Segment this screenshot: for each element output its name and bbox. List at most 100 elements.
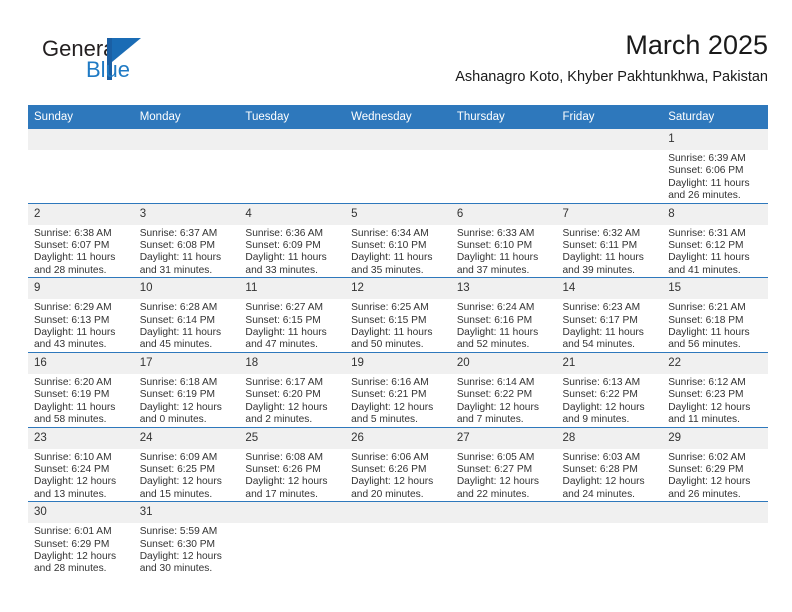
calendar-day-cell[interactable]: 19 Sunrise: 6:16 AM Sunset: 6:21 PM Dayligh… xyxy=(345,351,451,427)
calendar-day-cell[interactable]: 2 Sunrise: 6:38 AM Sunset: 6:07 PM Daylight… xyxy=(28,202,134,278)
sun-times: Sunrise: 5:59 AM Sunset: 6:30 PM Daylight:… xyxy=(134,523,240,576)
sun-times: Sunrise: 6:28 AM Sunset: 6:14 PM Daylight:… xyxy=(134,299,240,352)
daylight-text-cont: and 24 minutes. xyxy=(562,488,636,500)
day-content xyxy=(450,129,557,203)
day-content xyxy=(345,129,451,203)
sunrise-text: Sunrise: 6:39 AM xyxy=(668,153,746,164)
calendar-day-cell[interactable]: 21 Sunrise: 6:13 AM Sunset: 6:22 PM Dayligh… xyxy=(556,351,663,427)
calendar-day-cell-empty xyxy=(345,129,451,203)
day-number: 15 xyxy=(662,278,768,300)
calendar-day-cell[interactable]: 14 Sunrise: 6:23 AM Sunset: 6:17 PM Dayligh… xyxy=(556,277,663,353)
calendar-day-cell[interactable]: 30 Sunrise: 6:01 AM Sunset: 6:29 PM Dayligh… xyxy=(28,501,134,576)
day-content: 21 Sunrise: 6:13 AM Sunset: 6:22 PM Dayligh… xyxy=(556,352,663,427)
daylight-text: Daylight: 12 hours xyxy=(351,476,434,488)
day-number: 19 xyxy=(345,352,451,374)
calendar-day-cell[interactable]: 5 Sunrise: 6:34 AM Sunset: 6:10 PM Daylight… xyxy=(345,202,451,278)
daylight-text: Daylight: 11 hours xyxy=(34,401,116,413)
calendar-week-row: 1 Sunrise: 6:39 AM Sunset: 6:06 PM Daylight… xyxy=(28,129,768,203)
weekday-header-friday: Friday xyxy=(556,105,663,129)
calendar-day-cell[interactable]: 24 Sunrise: 6:09 AM Sunset: 6:25 PM Dayligh… xyxy=(133,426,240,502)
calendar-day-cell[interactable]: 16 Sunrise: 6:20 AM Sunset: 6:19 PM Dayligh… xyxy=(28,351,134,427)
daylight-text: Daylight: 11 hours xyxy=(456,252,539,264)
calendar-day-cell[interactable]: 3 Sunrise: 6:37 AM Sunset: 6:08 PM Daylight… xyxy=(133,202,240,278)
calendar-day-cell[interactable]: 22 Sunrise: 6:12 AM Sunset: 6:23 PM Dayligh… xyxy=(662,351,768,427)
calendar-day-cell[interactable]: 12 Sunrise: 6:25 AM Sunset: 6:15 PM Dayligh… xyxy=(345,277,451,353)
calendar-day-cell[interactable]: 23 Sunrise: 6:10 AM Sunset: 6:24 PM Dayligh… xyxy=(28,426,134,502)
daylight-text-cont: and 52 minutes. xyxy=(456,339,530,351)
calendar-day-cell[interactable]: 20 Sunrise: 6:14 AM Sunset: 6:22 PM Dayligh… xyxy=(450,351,557,427)
day-content xyxy=(556,502,663,576)
sun-times: Sunrise: 6:13 AM Sunset: 6:22 PM Daylight:… xyxy=(557,374,663,427)
calendar-day-cell[interactable]: 7 Sunrise: 6:32 AM Sunset: 6:11 PM Daylight… xyxy=(556,202,663,278)
sun-times: Sunrise: 6:34 AM Sunset: 6:10 PM Daylight:… xyxy=(345,225,451,278)
sunset-text: Sunset: 6:27 PM xyxy=(456,463,533,475)
calendar-day-cell[interactable]: 28 Sunrise: 6:03 AM Sunset: 6:28 PM Dayligh… xyxy=(556,426,663,502)
day-number: 13 xyxy=(450,278,557,300)
sunrise-text: Sunrise: 6:21 AM xyxy=(668,302,746,314)
calendar-day-cell[interactable]: 10 Sunrise: 6:28 AM Sunset: 6:14 PM Dayligh… xyxy=(133,277,240,353)
weekday-header-wednesday: Wednesday xyxy=(345,105,451,129)
sunrise-text: Sunrise: 6:36 AM xyxy=(245,227,323,239)
sun-times: Sunrise: 6:03 AM Sunset: 6:28 PM Daylight:… xyxy=(557,449,663,502)
sunrise-text: Sunrise: 6:17 AM xyxy=(245,376,323,388)
day-content xyxy=(662,502,768,576)
calendar-day-cell[interactable]: 11 Sunrise: 6:27 AM Sunset: 6:15 PM Dayligh… xyxy=(239,277,346,353)
calendar-day-cell[interactable]: 31 Sunrise: 5:59 AM Sunset: 6:30 PM Dayligh… xyxy=(133,501,240,576)
calendar-week-row: 30 Sunrise: 6:01 AM Sunset: 6:29 PM Dayligh… xyxy=(28,501,768,576)
calendar-day-cell-empty xyxy=(450,129,557,203)
calendar-day-cell[interactable]: 17 Sunrise: 6:18 AM Sunset: 6:19 PM Dayligh… xyxy=(133,351,240,427)
daylight-text: Daylight: 11 hours xyxy=(139,252,222,264)
day-number: 10 xyxy=(133,278,240,300)
day-number xyxy=(450,129,557,150)
sunrise-text: Sunrise: 6:10 AM xyxy=(34,451,112,463)
day-number: 9 xyxy=(28,278,134,300)
sun-times: Sunrise: 6:16 AM Sunset: 6:21 PM Daylight:… xyxy=(345,374,451,427)
day-content xyxy=(556,129,663,203)
sun-times: Sunrise: 6:10 AM Sunset: 6:24 PM Daylight:… xyxy=(28,449,134,502)
calendar-day-cell[interactable]: 13 Sunrise: 6:24 AM Sunset: 6:16 PM Dayligh… xyxy=(450,277,557,353)
day-content: 3 Sunrise: 6:37 AM Sunset: 6:08 PM Daylight… xyxy=(133,203,240,278)
sunrise-text: Sunrise: 6:06 AM xyxy=(351,451,429,463)
daylight-text: Daylight: 11 hours xyxy=(668,177,750,189)
day-number: 22 xyxy=(662,352,768,374)
day-number xyxy=(133,129,240,150)
day-content: 7 Sunrise: 6:32 AM Sunset: 6:11 PM Daylight… xyxy=(556,203,663,278)
calendar-day-cell[interactable]: 15 Sunrise: 6:21 AM Sunset: 6:18 PM Dayligh… xyxy=(662,277,768,353)
sunset-text: Sunset: 6:17 PM xyxy=(562,314,638,326)
daylight-text: Daylight: 12 hours xyxy=(139,550,222,562)
calendar-day-cell[interactable]: 25 Sunrise: 6:08 AM Sunset: 6:26 PM Dayligh… xyxy=(239,426,346,502)
calendar-day-cell[interactable]: 6 Sunrise: 6:33 AM Sunset: 6:10 PM Daylight… xyxy=(450,202,557,278)
day-content: 25 Sunrise: 6:08 AM Sunset: 6:26 PM Dayligh… xyxy=(239,427,346,502)
daylight-text: Daylight: 11 hours xyxy=(668,327,750,339)
sunset-text: Sunset: 6:19 PM xyxy=(139,389,216,401)
sunset-text: Sunset: 6:19 PM xyxy=(34,389,110,401)
calendar-day-cell[interactable]: 27 Sunrise: 6:05 AM Sunset: 6:27 PM Dayligh… xyxy=(450,426,557,502)
brand-logo[interactable]: General Blue xyxy=(28,36,208,92)
sunset-text: Sunset: 6:07 PM xyxy=(34,240,110,252)
day-number: 30 xyxy=(28,502,134,524)
calendar-day-cell[interactable]: 9 Sunrise: 6:29 AM Sunset: 6:13 PM Daylight… xyxy=(28,277,134,353)
sun-times: Sunrise: 6:39 AM Sunset: 6:06 PM Daylight:… xyxy=(662,150,768,203)
day-content: 17 Sunrise: 6:18 AM Sunset: 6:19 PM Dayligh… xyxy=(133,352,240,427)
day-content: 30 Sunrise: 6:01 AM Sunset: 6:29 PM Dayligh… xyxy=(28,502,134,576)
day-content: 24 Sunrise: 6:09 AM Sunset: 6:25 PM Dayligh… xyxy=(133,427,240,502)
daylight-text-cont: and 17 minutes. xyxy=(245,488,318,500)
sun-times: Sunrise: 6:25 AM Sunset: 6:15 PM Daylight:… xyxy=(345,299,451,352)
day-number: 21 xyxy=(556,352,663,374)
day-number: 26 xyxy=(345,427,451,449)
calendar-day-cell[interactable]: 8 Sunrise: 6:31 AM Sunset: 6:12 PM Daylight… xyxy=(662,202,768,278)
sun-times: Sunrise: 6:33 AM Sunset: 6:10 PM Daylight:… xyxy=(451,225,557,278)
calendar-day-cell[interactable]: 18 Sunrise: 6:17 AM Sunset: 6:20 PM Dayligh… xyxy=(239,351,346,427)
daylight-text-cont: and 33 minutes. xyxy=(245,264,318,276)
calendar-week-row: 2 Sunrise: 6:38 AM Sunset: 6:07 PM Daylight… xyxy=(28,202,768,278)
calendar-day-cell[interactable]: 26 Sunrise: 6:06 AM Sunset: 6:26 PM Dayligh… xyxy=(345,426,451,502)
sunrise-text: Sunrise: 6:34 AM xyxy=(351,227,429,239)
daylight-text: Daylight: 12 hours xyxy=(456,401,539,413)
day-content xyxy=(133,129,240,203)
calendar-day-cell[interactable]: 4 Sunrise: 6:36 AM Sunset: 6:09 PM Daylight… xyxy=(239,202,346,278)
daylight-text-cont: and 22 minutes. xyxy=(456,488,530,500)
calendar-day-cell[interactable]: 1 Sunrise: 6:39 AM Sunset: 6:06 PM Daylight… xyxy=(662,129,768,203)
sunset-text: Sunset: 6:13 PM xyxy=(34,314,110,326)
calendar-day-cell[interactable]: 29 Sunrise: 6:02 AM Sunset: 6:29 PM Dayligh… xyxy=(662,426,768,502)
day-number: 23 xyxy=(28,427,134,449)
